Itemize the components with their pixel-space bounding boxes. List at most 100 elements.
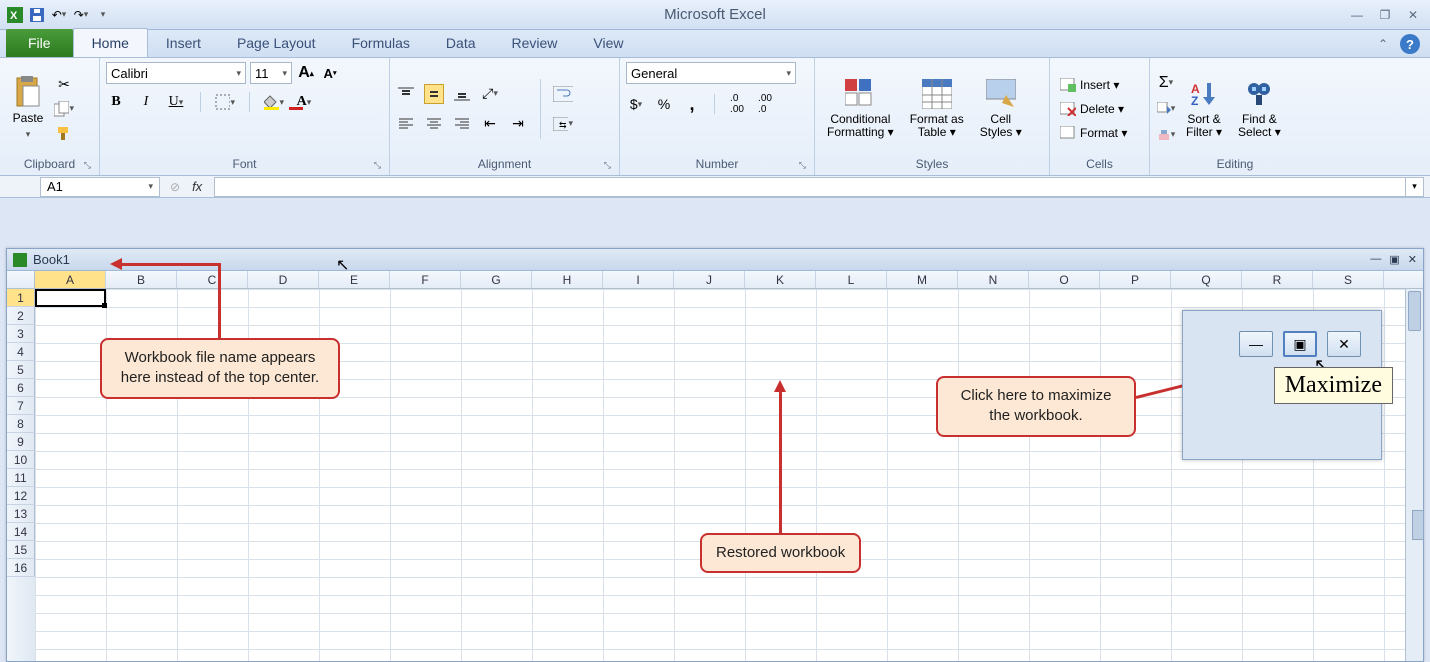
col-header[interactable]: F [390, 271, 461, 288]
col-header[interactable]: I [603, 271, 674, 288]
col-header[interactable]: M [887, 271, 958, 288]
row-header[interactable]: 14 [7, 523, 35, 541]
save-icon[interactable] [28, 6, 46, 24]
col-header[interactable]: L [816, 271, 887, 288]
row-header[interactable]: 11 [7, 469, 35, 487]
tab-review[interactable]: Review [494, 29, 576, 57]
find-select-button[interactable]: Find & Select ▾ [1232, 76, 1287, 141]
tab-home[interactable]: Home [73, 28, 148, 57]
tab-view[interactable]: View [575, 29, 641, 57]
fill-color-icon[interactable]: ▾ [264, 92, 284, 112]
col-header-a[interactable]: A [35, 271, 106, 288]
row-header[interactable]: 9 [7, 433, 35, 451]
paste-button[interactable]: Paste ▾ [6, 75, 50, 141]
col-header[interactable]: R [1242, 271, 1313, 288]
align-right-icon[interactable] [452, 114, 472, 134]
copy-icon[interactable]: ▾ [54, 99, 74, 119]
col-header[interactable]: K [745, 271, 816, 288]
row-header[interactable]: 15 [7, 541, 35, 559]
workbook-minimize-icon[interactable]: — [1370, 253, 1381, 266]
wrap-text-icon[interactable] [553, 84, 573, 104]
workbook-maximize-icon[interactable]: ▣ [1389, 253, 1399, 266]
col-header[interactable]: J [674, 271, 745, 288]
col-header[interactable]: Q [1171, 271, 1242, 288]
col-header[interactable]: B [106, 271, 177, 288]
format-cells-button[interactable]: Format ▾ [1056, 124, 1131, 142]
font-size-combo[interactable]: 11▾ [250, 62, 292, 84]
orientation-icon[interactable]: ⤢▾ [480, 84, 500, 104]
percent-format-icon[interactable]: % [654, 94, 674, 114]
row-header[interactable]: 3 [7, 325, 35, 343]
row-header[interactable]: 5 [7, 361, 35, 379]
bold-icon[interactable]: B [106, 92, 126, 112]
col-header[interactable]: H [532, 271, 603, 288]
format-as-table-button[interactable]: Format as Table ▾ [904, 76, 970, 141]
tab-data[interactable]: Data [428, 29, 494, 57]
cut-icon[interactable]: ✂ [54, 75, 74, 95]
align-left-icon[interactable] [396, 114, 416, 134]
name-box[interactable]: A1▾ [40, 177, 160, 197]
qat-customize-icon[interactable]: ▾ [94, 6, 112, 24]
fx-label[interactable]: fx [192, 179, 202, 194]
col-header[interactable]: D [248, 271, 319, 288]
align-center-icon[interactable] [424, 114, 444, 134]
sort-filter-button[interactable]: AZ Sort & Filter ▾ [1180, 76, 1228, 141]
decrease-decimal-icon[interactable]: .00.0 [755, 94, 775, 114]
select-all-corner[interactable] [7, 271, 35, 288]
formula-input[interactable]: ▾ [214, 177, 1424, 197]
italic-icon[interactable]: I [136, 92, 156, 112]
align-top-icon[interactable] [396, 84, 416, 104]
selected-cell-a1[interactable] [35, 289, 106, 307]
decrease-indent-icon[interactable]: ⇤ [480, 114, 500, 134]
vertical-split-handle[interactable] [1412, 510, 1424, 540]
undo-icon[interactable]: ↶▾ [50, 6, 68, 24]
merge-center-icon[interactable]: ⇆▾ [553, 114, 573, 134]
row-header[interactable]: 12 [7, 487, 35, 505]
col-header[interactable]: E [319, 271, 390, 288]
file-tab[interactable]: File [6, 29, 73, 57]
row-header[interactable]: 8 [7, 415, 35, 433]
comma-format-icon[interactable]: , [682, 94, 702, 114]
tab-insert[interactable]: Insert [148, 29, 219, 57]
help-icon[interactable]: ? [1400, 34, 1420, 54]
format-painter-icon[interactable] [54, 123, 74, 143]
delete-cells-button[interactable]: Delete ▾ [1056, 100, 1131, 118]
row-header[interactable]: 10 [7, 451, 35, 469]
col-header[interactable]: G [461, 271, 532, 288]
minimize-icon[interactable]: — [1348, 8, 1366, 22]
font-color-icon[interactable]: A▾ [294, 92, 314, 112]
shrink-font-icon[interactable]: A▾ [320, 63, 340, 83]
fill-icon[interactable]: ▾ [1156, 99, 1176, 119]
row-header[interactable]: 4 [7, 343, 35, 361]
autosum-icon[interactable]: Σ▾ [1156, 73, 1176, 93]
col-header[interactable]: N [958, 271, 1029, 288]
grow-font-icon[interactable]: A▴ [296, 63, 316, 83]
row-header[interactable]: 16 [7, 559, 35, 577]
cell-styles-button[interactable]: Cell Styles ▾ [974, 76, 1028, 141]
increase-indent-icon[interactable]: ⇥ [508, 114, 528, 134]
accounting-format-icon[interactable]: $▾ [626, 94, 646, 114]
redo-icon[interactable]: ↷▾ [72, 6, 90, 24]
row-header-1[interactable]: 1 [7, 289, 35, 307]
row-header[interactable]: 2 [7, 307, 35, 325]
number-format-combo[interactable]: General▾ [626, 62, 796, 84]
col-header[interactable]: C [177, 271, 248, 288]
vertical-scrollbar[interactable] [1405, 289, 1423, 661]
restore-icon[interactable]: ❐ [1376, 8, 1394, 22]
align-middle-icon[interactable] [424, 84, 444, 104]
increase-decimal-icon[interactable]: .0.00 [727, 94, 747, 114]
expand-formula-bar-icon[interactable]: ▾ [1405, 178, 1423, 196]
close-icon[interactable]: ✕ [1404, 8, 1422, 22]
scrollbar-thumb[interactable] [1408, 291, 1421, 331]
col-header[interactable]: S [1313, 271, 1384, 288]
col-header[interactable]: P [1100, 271, 1171, 288]
minimize-ribbon-icon[interactable]: ⌃ [1374, 37, 1392, 51]
font-name-combo[interactable]: Calibri▾ [106, 62, 246, 84]
insert-cells-button[interactable]: Insert ▾ [1056, 76, 1131, 94]
clear-icon[interactable]: ▾ [1156, 125, 1176, 145]
row-header[interactable]: 13 [7, 505, 35, 523]
tab-page-layout[interactable]: Page Layout [219, 29, 334, 57]
borders-icon[interactable]: ▾ [215, 92, 235, 112]
col-header[interactable]: O [1029, 271, 1100, 288]
underline-icon[interactable]: U▾ [166, 92, 186, 112]
